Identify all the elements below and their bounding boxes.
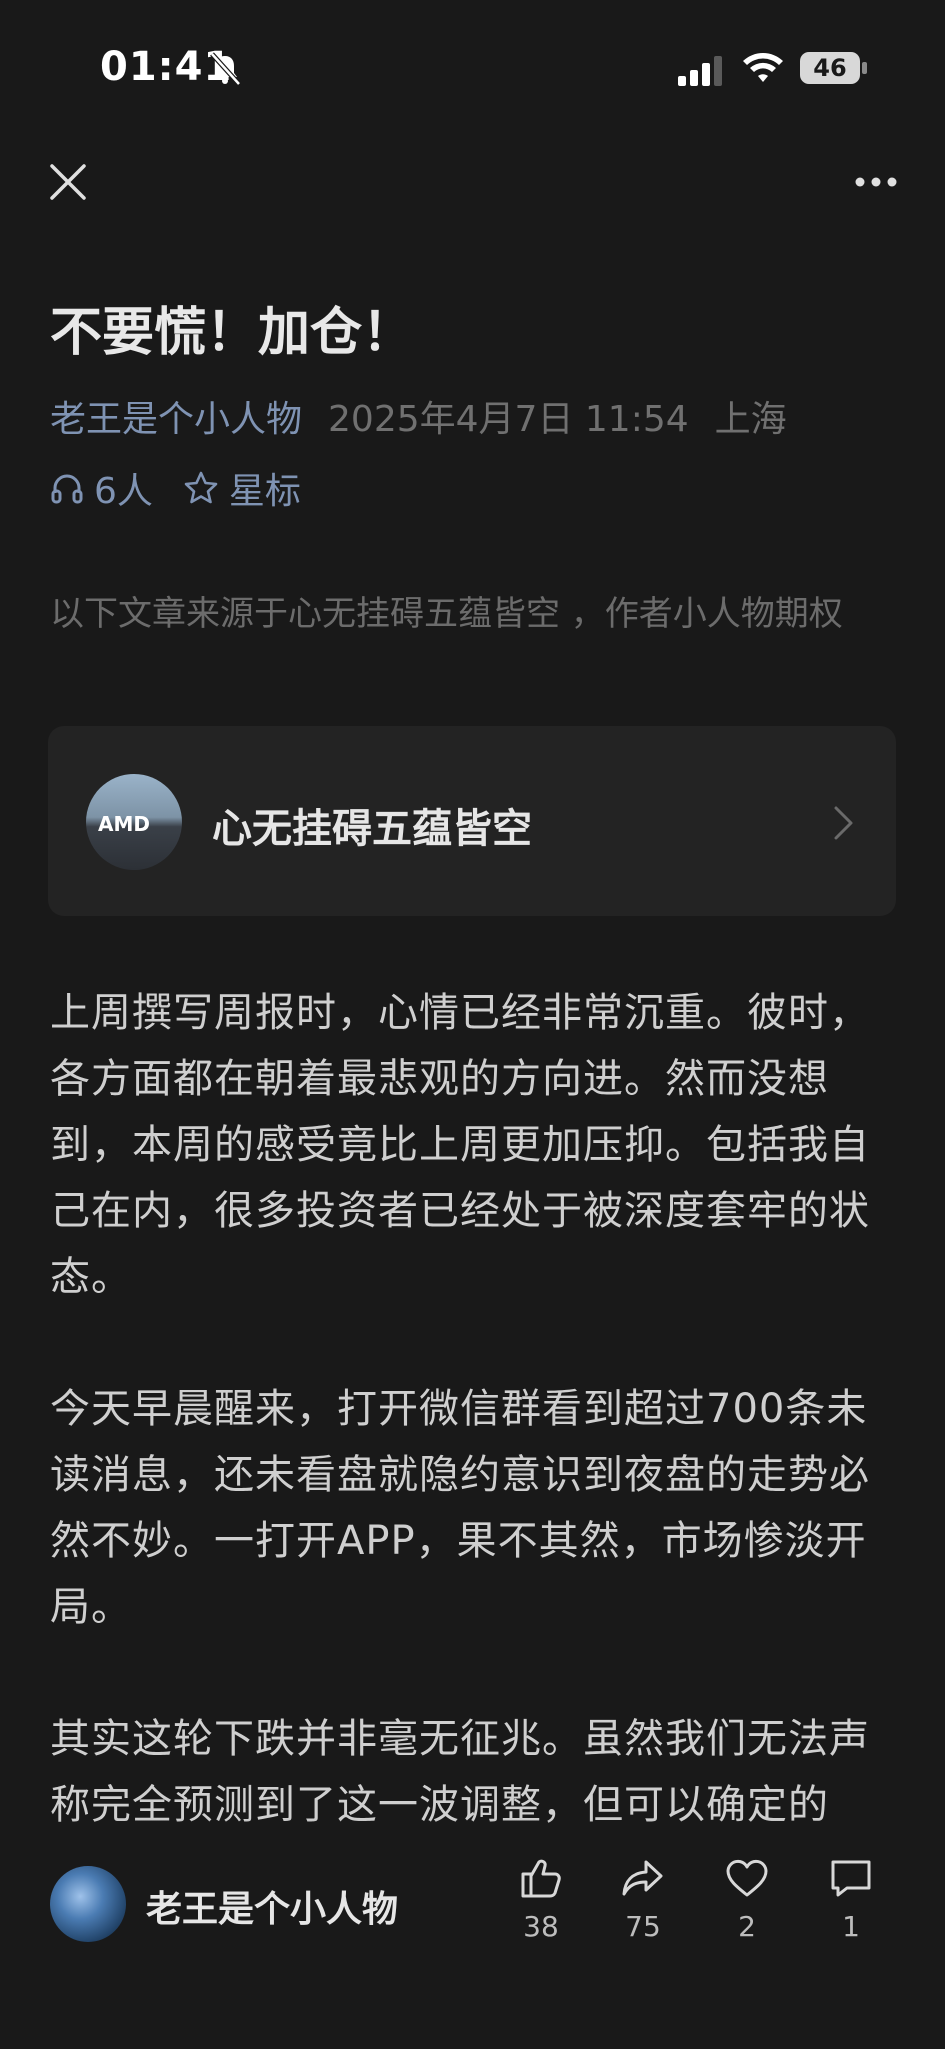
close-icon[interactable] bbox=[46, 160, 90, 204]
headphones-icon bbox=[51, 474, 83, 504]
favorite-button[interactable]: 2 bbox=[702, 1854, 792, 1943]
avatar-logo-text: AMD bbox=[98, 812, 150, 836]
bell-muted-icon bbox=[210, 52, 241, 86]
share-button[interactable]: 75 bbox=[598, 1854, 688, 1943]
share-icon bbox=[622, 1860, 663, 1896]
article-paragraph: 上周撰写周报时，心情已经非常沉重。彼时，各方面都在朝着最悲观的方向进。然而没想到… bbox=[50, 990, 870, 1300]
source-account-name: 心无挂碍五蕴皆空 bbox=[212, 806, 532, 852]
like-button[interactable]: 38 bbox=[496, 1854, 586, 1943]
comment-count: 1 bbox=[842, 1910, 860, 1943]
bottom-action-bar bbox=[0, 1836, 945, 2049]
star-button[interactable]: 星标 bbox=[183, 462, 301, 514]
publish-location: 上海 bbox=[714, 399, 787, 440]
source-account-card[interactable]: AMD 心无挂碍五蕴皆空 bbox=[48, 726, 896, 916]
cellular-signal-icon bbox=[678, 56, 722, 86]
battery-indicator: 46 bbox=[800, 50, 868, 88]
wifi-icon bbox=[743, 53, 783, 82]
listener-count: 6人 bbox=[94, 471, 153, 512]
article-title: 不要慌！加仓！ bbox=[50, 303, 415, 363]
author-name[interactable]: 老王是个小人物 bbox=[146, 1880, 398, 1932]
star-icon bbox=[184, 471, 218, 504]
battery-level: 46 bbox=[800, 52, 860, 84]
author-link[interactable]: 老王是个小人物 bbox=[50, 399, 302, 440]
comment-button[interactable]: 1 bbox=[806, 1854, 896, 1943]
more-options-icon[interactable] bbox=[852, 170, 900, 194]
favorite-count: 2 bbox=[738, 1910, 756, 1943]
publish-date: 2025年4月7日 11:54 bbox=[328, 399, 689, 440]
heart-icon bbox=[726, 1859, 768, 1897]
star-label: 星标 bbox=[228, 471, 301, 512]
comment-icon bbox=[831, 1860, 871, 1897]
like-count: 38 bbox=[523, 1910, 559, 1943]
article-meta: 老王是个小人物 2025年4月7日 11:54 上海 bbox=[50, 390, 787, 442]
article-stats: 6人 星标 bbox=[50, 462, 301, 514]
share-count: 75 bbox=[625, 1910, 661, 1943]
article-paragraph: 今天早晨醒来，打开微信群看到超过700条未读消息，还未看盘就隐约意识到夜盘的走势… bbox=[50, 1386, 870, 1630]
source-note: 以下文章来源于心无挂碍五蕴皆空 ，作者小人物期权 bbox=[50, 594, 843, 634]
source-account-avatar: AMD bbox=[86, 774, 182, 870]
author-avatar[interactable] bbox=[50, 1866, 126, 1942]
chevron-right-icon bbox=[834, 806, 853, 840]
thumbs-up-icon bbox=[521, 1859, 561, 1898]
